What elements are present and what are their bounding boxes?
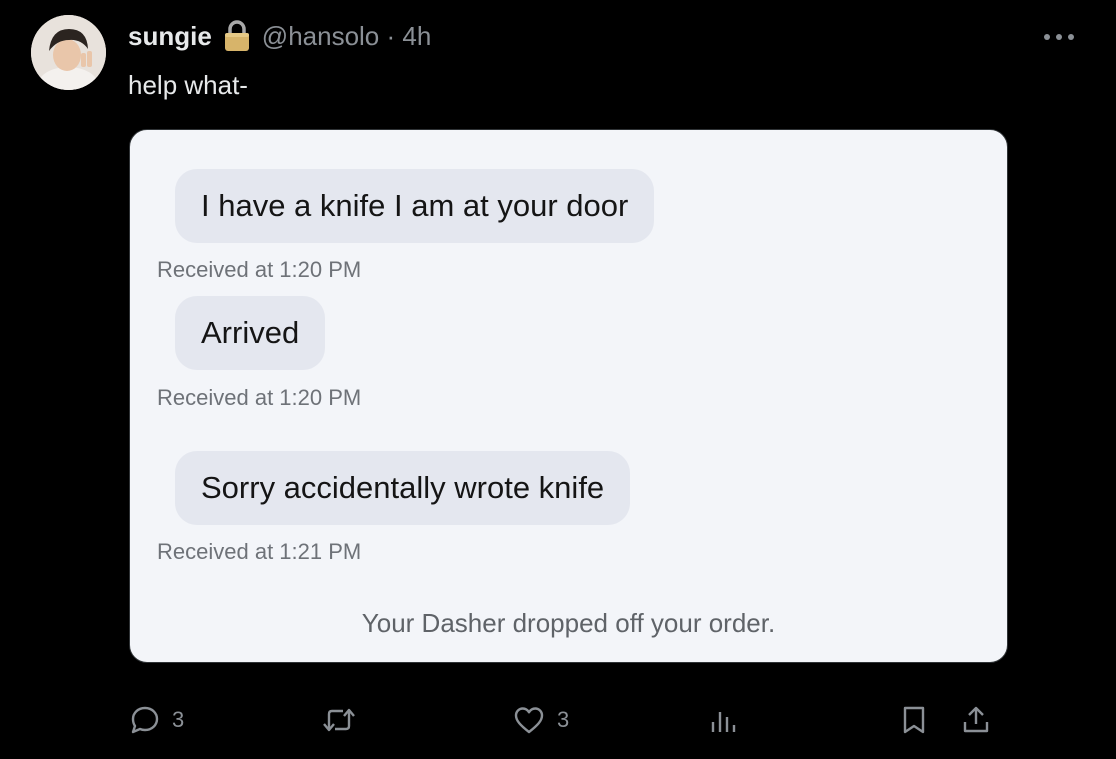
post-image[interactable]: I have a knife I am at your door Receive… <box>129 129 1008 663</box>
repost-icon <box>323 708 355 732</box>
more-icon <box>1044 34 1074 40</box>
lock-icon <box>222 20 252 52</box>
message-timestamp: Received at 1:20 PM <box>157 385 362 410</box>
message-timestamp: Received at 1:20 PM <box>157 257 362 282</box>
action-bar: 3 3 <box>0 700 1116 740</box>
handle-and-time[interactable]: @hansolo · 4h <box>262 21 432 52</box>
message-bubble: I have a knife I am at your door <box>175 169 655 243</box>
repost-button[interactable] <box>322 700 356 740</box>
reply-button[interactable]: 3 <box>130 700 184 740</box>
avatar-photo <box>31 15 106 90</box>
like-count: 3 <box>557 707 570 732</box>
bookmark-icon <box>903 706 925 734</box>
more-options-button[interactable] <box>1042 30 1076 44</box>
display-name[interactable]: sungie <box>128 21 212 52</box>
reply-count: 3 <box>172 707 185 732</box>
post-header: sungie @hansolo · 4h <box>128 20 431 52</box>
share-icon <box>963 706 989 733</box>
message-timestamp: Received at 1:21 PM <box>157 539 362 564</box>
delivery-note: Your Dasher dropped off your order. <box>361 608 776 638</box>
heart-icon <box>514 707 544 734</box>
like-button[interactable]: 3 <box>513 700 569 740</box>
reply-icon <box>131 706 159 734</box>
analytics-icon <box>711 712 736 732</box>
bookmark-button[interactable] <box>901 700 927 740</box>
views-button[interactable] <box>708 700 736 740</box>
message-bubble: Arrived <box>175 296 326 370</box>
share-button[interactable] <box>961 700 991 740</box>
post-text: help what- <box>128 70 248 100</box>
message-bubble: Sorry accidentally wrote knife <box>175 451 631 525</box>
avatar[interactable] <box>31 15 106 90</box>
